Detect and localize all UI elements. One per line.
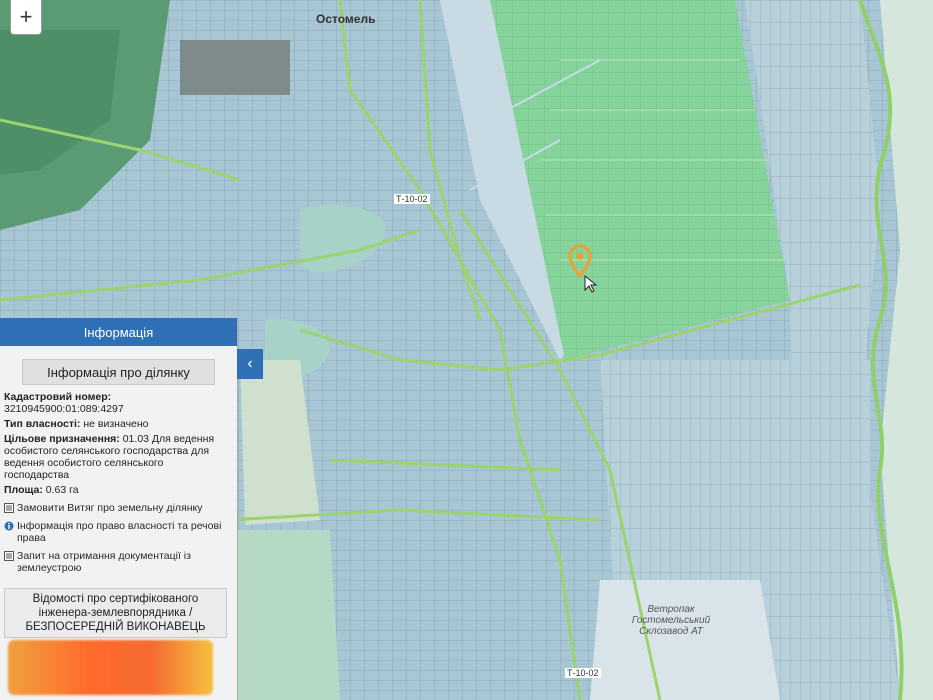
collapse-panel-button[interactable]: ‹ xyxy=(237,349,263,379)
section-title: Інформація про ділянку xyxy=(22,359,215,385)
info-icon xyxy=(4,521,14,531)
ownership-rights-link[interactable]: Інформація про право власності та речові… xyxy=(4,520,229,544)
zoom-in-button[interactable]: + xyxy=(10,0,42,35)
ownership-value: не визначено xyxy=(83,418,149,430)
road-code-label: Т-10-02 xyxy=(394,194,430,204)
redacted-block xyxy=(8,640,213,695)
cadastral-value: 3210945900:01:089:4297 xyxy=(4,403,124,415)
order-extract-link[interactable]: Замовити Витяг про земельну ділянку xyxy=(4,502,229,514)
document-icon xyxy=(4,503,14,513)
ownership-rights-label: Інформація про право власності та речові… xyxy=(17,520,222,544)
factory-label: Ветропак Гостомельський Склозавод АТ xyxy=(631,604,711,637)
panel-header: Інформація xyxy=(0,318,237,346)
town-label: Остомель xyxy=(316,12,376,26)
road-code-label-south: Т-10-02 xyxy=(565,668,601,678)
area-label: Площа: xyxy=(4,484,43,496)
request-docs-link[interactable]: Запит на отримання документації із земле… xyxy=(4,550,229,574)
ownership-label: Тип власності: xyxy=(4,418,81,430)
purpose-label: Цільове призначення: xyxy=(4,433,120,445)
document-icon xyxy=(4,551,14,561)
request-docs-label: Запит на отримання документації із земле… xyxy=(17,550,191,574)
parcel-details: Кадастровий номер: 3210945900:01:089:4297… xyxy=(0,391,237,574)
info-panel: Інформація Інформація про ділянку Кадаст… xyxy=(0,318,238,700)
cadastral-label: Кадастровий номер: xyxy=(4,391,112,403)
engineer-info-box[interactable]: Відомості про сертифікованого інженера-з… xyxy=(4,588,227,638)
order-extract-label: Замовити Витяг про земельну ділянку xyxy=(17,502,203,514)
area-value: 0.63 га xyxy=(45,484,79,496)
